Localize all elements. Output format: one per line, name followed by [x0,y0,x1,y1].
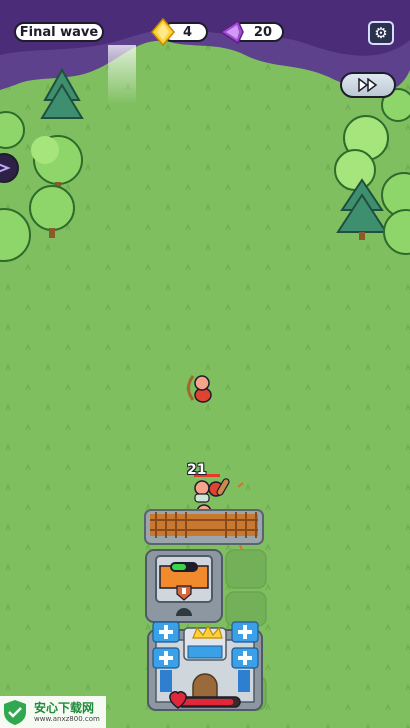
watermark: 安心下载网 www.anxz800.com [0,696,106,728]
wave-label: Final wave [19,24,99,40]
watermark-site: www.anxz800.com [34,714,100,723]
castle-health-fill [180,699,234,705]
fast-forward-button[interactable] [340,72,396,98]
game-screen: Final wave 4 20 ⚙ 21 安心下载网 www.anxz800.c… [0,0,410,728]
purple-crystal-icon [219,19,244,45]
wooden-fence [144,509,264,545]
shield-logo-icon [4,700,26,725]
gold-diamond-icon [151,18,175,46]
game-field [0,0,410,728]
settings-button[interactable]: ⚙ [368,21,394,45]
gold-count: 4 [182,24,192,40]
enemy-portal [0,153,19,183]
light-beam [108,45,136,105]
watch-tower [145,549,223,623]
wave-indicator: Final wave [14,22,104,42]
gear-icon: ⚙ [374,24,388,42]
crystal-count: 20 [253,24,272,40]
enemy-count: 21 [187,462,207,478]
fast-forward-icon [358,78,378,92]
watermark-brand: 安心下载网 [34,700,95,715]
